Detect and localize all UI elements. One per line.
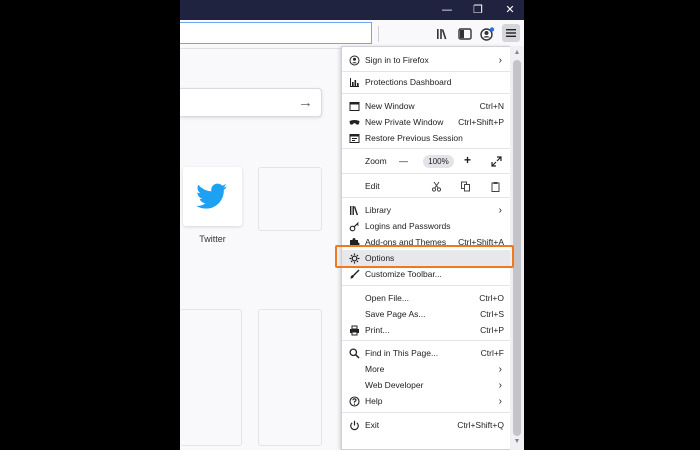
power-icon bbox=[350, 420, 359, 431]
key-icon bbox=[349, 222, 359, 232]
menu-item-print[interactable]: Print... Ctrl+P bbox=[342, 323, 512, 338]
menu-item-restore-session[interactable]: Restore Previous Session bbox=[342, 131, 512, 146]
paintbrush-icon bbox=[350, 269, 360, 279]
help-icon bbox=[349, 396, 360, 407]
search-icon bbox=[349, 348, 360, 359]
zoom-in-button[interactable]: + bbox=[464, 153, 471, 168]
menu-item-protections-dashboard[interactable]: Protections Dashboard bbox=[342, 75, 512, 90]
zoom-out-button[interactable]: — bbox=[399, 154, 408, 169]
minimize-button[interactable]: — bbox=[435, 2, 459, 18]
bar-chart-icon bbox=[350, 78, 359, 87]
url-bar[interactable] bbox=[180, 22, 372, 44]
maximize-button[interactable]: ❐ bbox=[466, 2, 490, 18]
cut-icon[interactable] bbox=[431, 181, 442, 192]
submenu-arrow-icon: › bbox=[498, 380, 502, 391]
paste-icon[interactable] bbox=[490, 181, 501, 192]
menu-item-exit[interactable]: Exit Ctrl+Shift+Q bbox=[342, 418, 512, 433]
menu-separator bbox=[342, 173, 512, 174]
submenu-arrow-icon: › bbox=[498, 364, 502, 375]
menu-separator bbox=[342, 148, 512, 149]
browser-window: — ❐ ✕ → Twitter Sign in to Firefox › Pro… bbox=[180, 0, 524, 450]
menu-separator bbox=[342, 197, 512, 198]
toolbar-divider bbox=[378, 26, 379, 42]
menu-item-more[interactable]: More › bbox=[342, 362, 512, 377]
menu-item-customize-toolbar[interactable]: Customize Toolbar... bbox=[342, 267, 512, 282]
copy-icon[interactable] bbox=[460, 181, 471, 192]
menu-separator bbox=[342, 412, 512, 413]
library-icon[interactable] bbox=[434, 25, 452, 43]
menu-separator bbox=[342, 340, 512, 341]
menu-item-web-developer[interactable]: Web Developer › bbox=[342, 378, 512, 393]
account-icon bbox=[349, 55, 360, 66]
scrollbar-thumb[interactable] bbox=[513, 60, 521, 436]
account-icon[interactable] bbox=[478, 25, 496, 43]
scroll-up-arrow-icon[interactable]: ▲ bbox=[510, 49, 524, 56]
menu-item-save-page[interactable]: Save Page As... Ctrl+S bbox=[342, 307, 512, 322]
open-menu-button[interactable] bbox=[502, 24, 520, 42]
highlight-card-empty[interactable] bbox=[180, 309, 242, 446]
menu-separator bbox=[342, 285, 512, 286]
close-window-button[interactable]: ✕ bbox=[498, 2, 522, 18]
options-highlight-outline bbox=[335, 245, 514, 268]
submenu-arrow-icon: › bbox=[498, 396, 502, 407]
submenu-arrow-icon: › bbox=[498, 55, 502, 66]
zoom-reset-button[interactable]: 100% bbox=[423, 155, 454, 168]
menu-item-library[interactable]: Library › bbox=[342, 203, 512, 218]
top-site-label: Twitter bbox=[199, 234, 226, 244]
menu-item-new-window[interactable]: New Window Ctrl+N bbox=[342, 99, 512, 114]
menu-item-edit: Edit bbox=[342, 179, 512, 194]
twitter-bird-icon bbox=[196, 183, 227, 209]
scroll-down-arrow-icon[interactable]: ▼ bbox=[510, 438, 524, 445]
new-window-icon bbox=[349, 102, 360, 111]
top-site-tile-empty[interactable] bbox=[258, 167, 322, 231]
private-mask-icon bbox=[349, 120, 360, 125]
submenu-arrow-icon: › bbox=[498, 205, 502, 216]
library-icon bbox=[350, 206, 358, 216]
printer-icon bbox=[350, 325, 359, 336]
top-site-tile-twitter[interactable] bbox=[183, 167, 242, 226]
menu-item-sign-in[interactable]: Sign in to Firefox › bbox=[342, 53, 512, 68]
fullscreen-icon[interactable] bbox=[491, 156, 502, 167]
restore-session-icon bbox=[349, 134, 360, 143]
hamburger-menu-icon bbox=[506, 29, 516, 37]
menu-item-open-file[interactable]: Open File... Ctrl+O bbox=[342, 291, 512, 306]
highlight-card-empty[interactable] bbox=[258, 309, 322, 446]
menu-separator bbox=[342, 71, 512, 72]
sidebar-icon[interactable] bbox=[456, 25, 474, 43]
title-bar: — ❐ ✕ bbox=[180, 0, 524, 20]
menu-item-find-in-page[interactable]: Find in This Page... Ctrl+F bbox=[342, 346, 512, 361]
menu-item-new-private-window[interactable]: New Private Window Ctrl+Shift+P bbox=[342, 115, 512, 130]
search-go-arrow-icon[interactable]: → bbox=[298, 94, 313, 111]
menu-separator bbox=[342, 93, 512, 94]
menu-item-help[interactable]: Help › bbox=[342, 394, 512, 409]
newtab-search-box[interactable]: → bbox=[180, 88, 322, 117]
menu-item-logins-passwords[interactable]: Logins and Passwords bbox=[342, 219, 512, 234]
